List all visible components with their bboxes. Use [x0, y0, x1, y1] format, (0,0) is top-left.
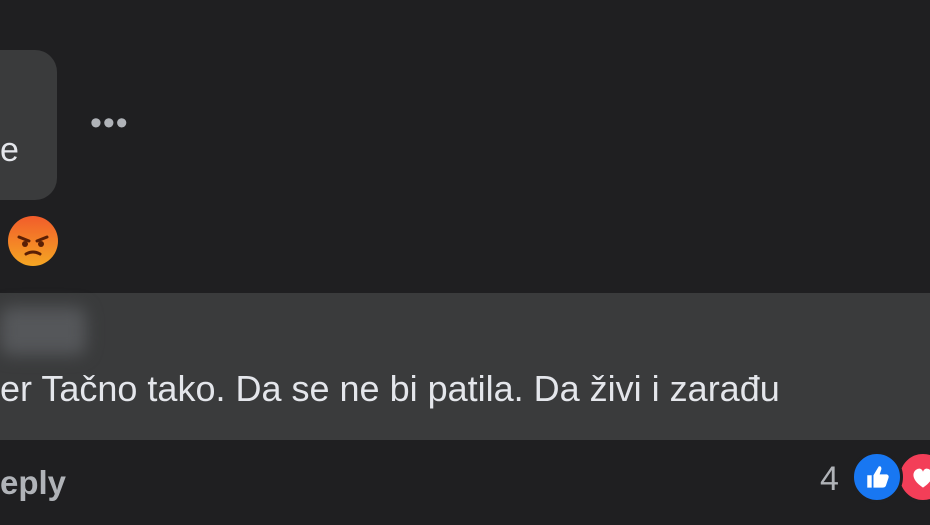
reaction-count[interactable]: 4 [820, 459, 839, 499]
comment-text-fragment: e [0, 131, 19, 169]
reply-comment-bubble: er Tačno tako. Da se ne bi patila. Da ži… [0, 293, 930, 440]
more-options-icon[interactable]: ••• [90, 106, 136, 140]
like-icon[interactable] [851, 451, 903, 503]
blurred-author-name [0, 307, 86, 355]
reply-comment-text: er Tačno tako. Da se ne bi patila. Da ži… [0, 368, 780, 409]
angry-reaction-icon[interactable] [7, 215, 59, 267]
comment-bubble [0, 50, 57, 200]
reply-link[interactable]: eply [0, 463, 66, 503]
comment-thread: e ••• er Tačno tako. Da se ne bi patila.… [0, 0, 930, 525]
